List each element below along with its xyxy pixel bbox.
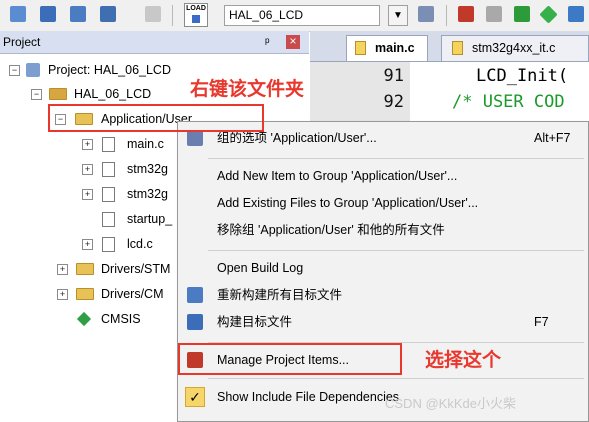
expand-icon[interactable]: + — [57, 264, 68, 275]
group-label: Drivers/CM — [101, 287, 164, 301]
magic-wand-icon[interactable] — [418, 6, 434, 22]
menu-item-label: Open Build Log — [217, 261, 304, 275]
manage-components-icon[interactable] — [458, 6, 474, 22]
code-line[interactable]: LCD_Init( — [476, 66, 568, 86]
folder-icon — [76, 288, 94, 300]
file-label: lcd.c — [127, 237, 153, 251]
options-icon[interactable] — [568, 6, 584, 22]
menu-item-open-build-log[interactable]: Open Build Log — [178, 256, 588, 280]
tab-label: stm32g4xx_it.c — [472, 41, 556, 55]
cmsis-diamond-icon — [76, 311, 92, 327]
line-number: 91 — [383, 66, 404, 86]
collapse-icon[interactable]: − — [31, 89, 42, 100]
watermark: CSDN @KkKde小火柴 — [385, 396, 516, 411]
menu-item-label: Add New Item to Group 'Application/User'… — [217, 169, 458, 183]
editor-tabs: main.c stm32g4xx_it.c — [310, 31, 589, 62]
menu-item-build-target[interactable]: 构建目标文件 F7 — [178, 310, 588, 334]
tree-group[interactable]: + Drivers/STM — [0, 259, 180, 279]
menu-separator — [208, 250, 584, 251]
menu-item-show-include-deps[interactable]: ✓ Show Include File Dependencies — [178, 385, 588, 409]
toolbar-separator — [172, 5, 173, 26]
file-label: stm32g — [127, 187, 168, 201]
expand-icon[interactable]: + — [82, 239, 93, 250]
file-label: stm32g — [127, 162, 168, 176]
menu-item-label: 重新构建所有目标文件 — [217, 288, 343, 302]
group-options-icon — [187, 130, 203, 146]
tree-group[interactable]: CMSIS — [0, 309, 180, 329]
diamond-icon[interactable] — [539, 5, 558, 24]
file-icon — [102, 187, 115, 202]
load-icon[interactable]: LOAD — [184, 3, 208, 27]
pin-icon[interactable]: ᵖ — [265, 31, 270, 53]
tree-file[interactable]: + stm32g — [0, 159, 180, 179]
tree-file[interactable]: + main.c — [0, 134, 180, 154]
code-line[interactable]: /* USER COD — [452, 92, 565, 112]
file-tab-icon — [355, 41, 366, 55]
tab-label: main.c — [375, 41, 415, 55]
pack-installer-icon[interactable] — [514, 6, 530, 22]
menu-item-add-new-item[interactable]: Add New Item to Group 'Application/User'… — [178, 164, 588, 188]
menu-item-shortcut: F7 — [534, 315, 549, 329]
annotation-select-this: 选择这个 — [425, 349, 502, 371]
build-icon[interactable] — [40, 6, 56, 22]
target-select[interactable]: HAL_06_LCD — [224, 5, 380, 26]
translate-icon[interactable] — [10, 6, 26, 22]
menu-item-rebuild-all[interactable]: 重新构建所有目标文件 — [178, 283, 588, 307]
menu-item-add-existing-files[interactable]: Add Existing Files to Group 'Application… — [178, 191, 588, 215]
toolbar-separator — [446, 5, 447, 26]
tree-file[interactable]: + lcd.c — [0, 234, 180, 254]
line-number: 92 — [383, 92, 404, 112]
menu-item-label: 移除组 'Application/User' 和他的所有文件 — [217, 223, 445, 237]
group-label: Drivers/STM — [101, 262, 171, 276]
tree-group[interactable]: + Drivers/CM — [0, 284, 180, 304]
project-panel-header: Project ᵖ × — [0, 31, 309, 54]
file-tab-icon — [452, 41, 463, 55]
menu-item-label: Add Existing Files to Group 'Application… — [217, 196, 479, 210]
rebuild-icon[interactable] — [70, 6, 86, 22]
file-label: startup_ — [127, 212, 173, 226]
highlight-box-manage-items — [178, 343, 402, 375]
expand-icon[interactable]: + — [82, 139, 93, 150]
menu-item-shortcut: Alt+F7 — [534, 131, 571, 145]
expand-icon[interactable]: + — [82, 189, 93, 200]
menu-item-remove-group[interactable]: 移除组 'Application/User' 和他的所有文件 — [178, 218, 588, 242]
project-root-label: Project: HAL_06_LCD — [48, 63, 171, 77]
tree-file[interactable]: + stm32g — [0, 184, 180, 204]
file-icon — [102, 162, 115, 177]
context-menu: 组的选项 'Application/User'... Alt+F7 Add Ne… — [177, 121, 589, 422]
build-icon — [187, 314, 203, 330]
menu-item-label: Show Include File Dependencies — [217, 390, 400, 404]
tab-main-c[interactable]: main.c — [346, 35, 428, 61]
folder-icon — [76, 263, 94, 275]
menu-item-label: 构建目标文件 — [217, 315, 293, 329]
file-icon — [102, 212, 115, 227]
close-panel-icon[interactable]: × — [286, 35, 300, 49]
group-label: CMSIS — [101, 312, 141, 326]
menu-separator — [208, 158, 584, 159]
target-folder-icon — [49, 88, 67, 100]
batch-build-icon[interactable] — [100, 6, 116, 22]
file-icon — [102, 237, 115, 252]
rebuild-icon — [187, 287, 203, 303]
collapse-icon[interactable]: − — [9, 65, 20, 76]
load-label: LOAD — [186, 5, 206, 12]
menu-separator — [208, 378, 584, 379]
expand-icon[interactable]: + — [82, 164, 93, 175]
annotation-right-click: 右键该文件夹 — [190, 78, 305, 100]
tree-file[interactable]: startup_ — [0, 209, 180, 229]
file-label: main.c — [127, 137, 164, 151]
tab-stm32g4xx-it[interactable]: stm32g4xx_it.c — [441, 35, 589, 61]
project-root-icon — [26, 63, 40, 77]
checkmark-icon: ✓ — [185, 387, 205, 407]
target-label: HAL_06_LCD — [74, 87, 152, 101]
stop-build-icon[interactable] — [145, 6, 161, 22]
toolbar: LOAD HAL_06_LCD ▼ — [0, 0, 589, 32]
project-panel-title: Project — [3, 35, 41, 49]
file-icon — [102, 137, 115, 152]
file-extensions-icon[interactable] — [486, 6, 502, 22]
chevron-down-icon[interactable]: ▼ — [388, 5, 408, 26]
expand-icon[interactable]: + — [57, 289, 68, 300]
highlight-box-group — [48, 104, 264, 132]
